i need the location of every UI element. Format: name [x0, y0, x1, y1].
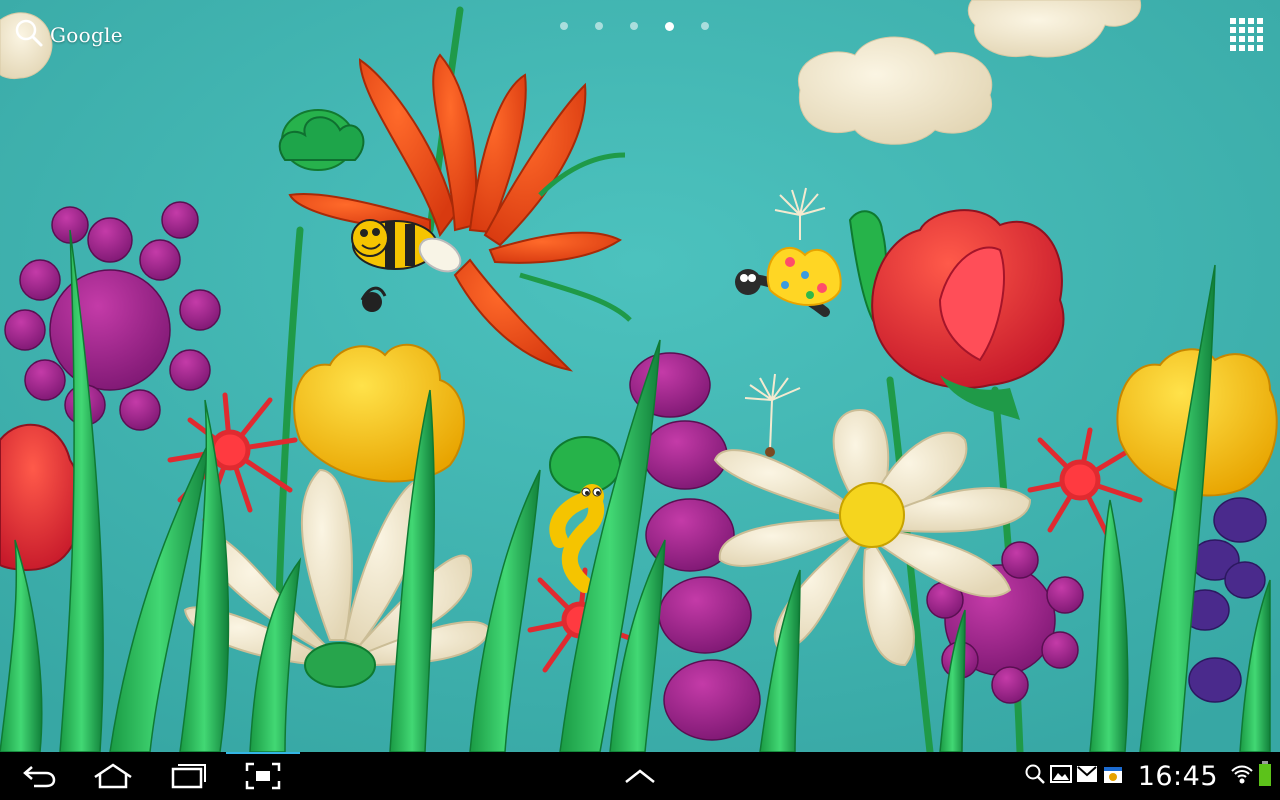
page-indicator-dot	[560, 22, 568, 30]
gmail-icon	[1076, 765, 1098, 787]
home-icon	[94, 763, 132, 789]
wifi-icon	[1230, 763, 1254, 789]
screenshot-icon	[245, 762, 281, 790]
apps-grid-icon	[1230, 18, 1263, 51]
google-search-bar[interactable]: Google	[14, 18, 123, 52]
page-indicator-dot-current	[665, 22, 674, 31]
app-tray-toggle[interactable]	[615, 752, 665, 800]
home-button[interactable]	[88, 752, 138, 800]
plasticine-flowers-wallpaper	[0, 0, 1280, 752]
screenshot-button-highlight	[226, 752, 300, 754]
all-apps-button[interactable]	[1229, 17, 1265, 53]
page-indicator-dot	[595, 22, 603, 30]
clock: 16:45	[1137, 760, 1218, 792]
home-page-indicator	[560, 22, 709, 31]
home-screen: Google	[0, 0, 1280, 752]
battery-icon	[1258, 761, 1272, 791]
back-button[interactable]	[14, 752, 64, 800]
screenshot-button[interactable]	[238, 752, 288, 800]
gallery-icon	[1049, 764, 1072, 788]
page-indicator-dot	[630, 22, 638, 30]
chevron-up-icon	[625, 769, 655, 783]
google-search-label: Google	[50, 23, 123, 47]
recent-apps-button[interactable]	[164, 752, 214, 800]
back-icon	[23, 766, 56, 788]
search-icon	[14, 18, 44, 52]
page-indicator-dot	[701, 22, 709, 30]
system-navigation-bar: 16:45	[0, 752, 1280, 800]
search-icon	[1024, 763, 1046, 789]
status-area[interactable]: 16:45	[1024, 752, 1272, 800]
calendar-icon	[1102, 763, 1124, 789]
recent-apps-icon	[171, 764, 206, 789]
